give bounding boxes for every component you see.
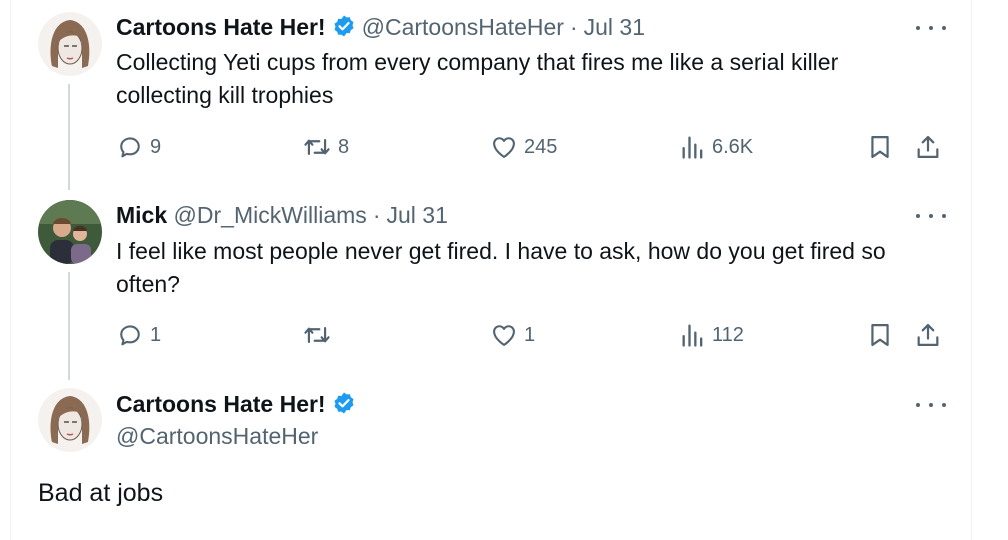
like-icon [493,137,515,158]
avatar[interactable] [38,12,102,76]
views-button[interactable]: 112 [680,321,744,349]
author-name[interactable]: Cartoons Hate Her! [116,14,326,40]
author-handle[interactable]: @CartoonsHateHer [362,14,564,40]
more-icon[interactable] [916,395,946,415]
repost-button[interactable]: 8 [302,133,349,161]
cartoon-woman-avatar-icon [38,12,102,76]
repost-count: 8 [338,135,350,158]
repost-icon [304,138,330,156]
author-handle[interactable]: @Dr_MickWilliams [174,202,367,228]
tweet-header: Mick @Dr_MickWilliams · Jul 31 [116,201,448,229]
photo-avatar-icon [38,200,102,264]
verified-badge-icon [334,392,354,414]
reply-icon [120,325,140,346]
author-handle[interactable]: @CartoonsHateHer [116,422,318,450]
bookmark-button[interactable] [866,321,894,354]
tweet-text: Collecting Yeti cups from every company … [116,49,839,108]
tweet-header: Cartoons Hate Her! @CartoonsHateHer · Jul 3… [116,13,645,41]
like-icon [493,325,515,346]
like-button[interactable]: 245 [490,133,557,161]
more-icon[interactable] [916,206,946,226]
reply-button[interactable]: 9 [116,133,161,161]
views-count: 112 [712,323,744,346]
share-icon [917,135,939,159]
thread-line [68,272,70,380]
like-count: 1 [524,323,536,346]
bookmark-icon [871,323,889,347]
views-icon [682,136,703,159]
bookmark-button[interactable] [866,133,894,166]
tweet-date[interactable]: Jul 31 [584,14,645,40]
separator: · [569,14,578,40]
reply-count: 9 [150,135,162,158]
views-icon [682,324,703,347]
tweet-text: I feel like most people never get fired.… [116,238,886,297]
share-icon [917,323,939,347]
separator: · [372,202,381,228]
avatar[interactable] [38,388,102,452]
tweet-date[interactable]: Jul 31 [386,202,447,228]
bookmark-icon [871,135,889,159]
share-button[interactable] [914,321,942,354]
main-tweet-text: Bad at jobs [38,479,164,507]
verified-badge-icon [334,15,354,37]
views-button[interactable]: 6.6K [680,133,753,161]
like-count: 245 [524,135,558,158]
thread-line [68,84,70,190]
reply-count: 1 [150,323,162,346]
like-button[interactable]: 1 [490,321,535,349]
author-name[interactable]: Cartoons Hate Her! [116,391,326,417]
views-count: 6.6K [712,135,754,158]
main-tweet-name-row: Cartoons Hate Her! [116,390,362,418]
repost-icon [304,326,330,344]
author-name[interactable]: Mick [116,202,167,228]
reply-button[interactable]: 1 [116,321,161,349]
more-icon[interactable] [916,18,946,38]
avatar[interactable] [38,200,102,264]
repost-button[interactable] [302,321,338,349]
reply-icon [120,137,140,158]
share-button[interactable] [914,133,942,166]
cartoon-woman-avatar-icon [38,388,102,452]
